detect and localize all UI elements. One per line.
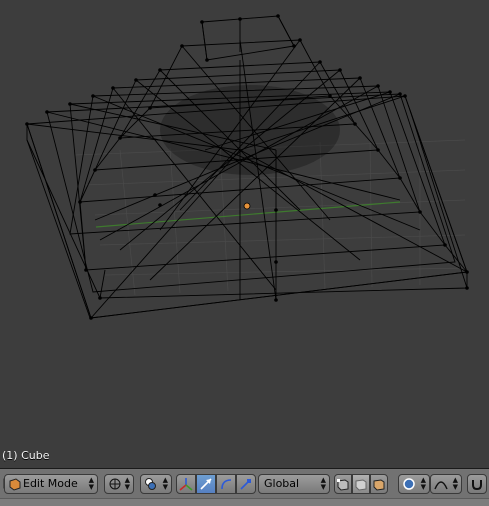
object-label: (1) Cube xyxy=(2,449,50,462)
mode-select[interactable]: Edit Mode ▲ ▼ xyxy=(4,474,98,494)
chevron-updown-icon: ▲ ▼ xyxy=(420,476,426,491)
viewport-shading-select[interactable]: ▲ ▼ xyxy=(140,474,172,494)
translate-button[interactable] xyxy=(196,474,216,494)
timeline-strip xyxy=(0,498,489,506)
edit-mode-icon xyxy=(9,478,21,491)
chevron-updown-icon: ▲ ▼ xyxy=(162,476,168,491)
3d-view-header: Edit Mode ▲ ▼ ▲ ▼ ▲ ▼ Global ▲ ▼ ▲ ▼ ▲ ▼ xyxy=(0,468,489,498)
snap-toggle-button[interactable] xyxy=(467,474,487,494)
manipulator-toggle-button[interactable] xyxy=(176,474,196,494)
manipulator-toggle-icon xyxy=(179,478,193,491)
face-select-icon xyxy=(373,479,385,491)
falloff-curve-icon xyxy=(434,481,448,490)
edge-select-icon xyxy=(355,479,367,491)
proportional-edit-icon xyxy=(403,478,415,490)
chevron-updown-icon: ▲ ▼ xyxy=(320,476,326,491)
object-origin xyxy=(243,202,251,210)
chevron-updown-icon: ▲ ▼ xyxy=(452,476,458,491)
pivot-point-icon xyxy=(109,478,121,490)
falloff-select[interactable]: ▲ ▼ xyxy=(430,474,462,494)
proportional-edit-select[interactable]: ▲ ▼ xyxy=(398,474,430,494)
viewport-shading-icon xyxy=(145,478,156,490)
edge-select-button[interactable] xyxy=(352,474,370,494)
mode-select-label: Edit Mode xyxy=(23,477,78,490)
pivot-point-select[interactable]: ▲ ▼ xyxy=(104,474,134,494)
rotate-button[interactable] xyxy=(216,474,236,494)
translate-icon xyxy=(200,478,212,490)
scale-button[interactable] xyxy=(236,474,256,494)
chevron-updown-icon: ▲ ▼ xyxy=(124,476,130,491)
mesh-wireframe[interactable] xyxy=(0,0,489,468)
mesh-core-shadow xyxy=(160,85,340,175)
rotate-icon xyxy=(221,479,232,490)
transform-orientation-select[interactable]: Global ▲ ▼ xyxy=(258,474,330,494)
vertex-select-button[interactable] xyxy=(334,474,352,494)
vertex-select-icon xyxy=(337,479,349,491)
3d-viewport[interactable]: (1) Cube xyxy=(0,0,489,468)
scale-icon xyxy=(240,479,251,490)
snap-icon xyxy=(472,480,482,491)
face-select-button[interactable] xyxy=(370,474,388,494)
orientation-select-label: Global xyxy=(264,477,300,490)
chevron-updown-icon: ▲ ▼ xyxy=(88,476,94,491)
